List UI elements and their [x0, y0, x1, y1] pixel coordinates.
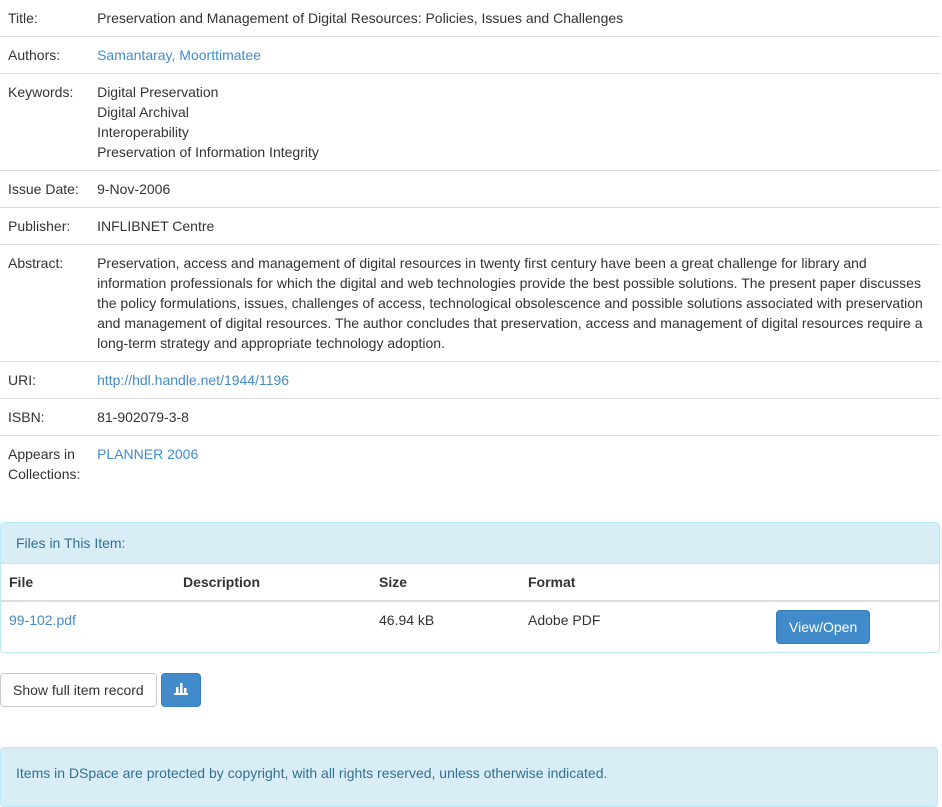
column-header-size: Size [371, 564, 520, 602]
metadata-row-publisher: Publisher: INFLIBNET Centre [0, 207, 940, 245]
file-size: 46.94 kB [379, 612, 435, 628]
column-header-file: File [1, 564, 175, 602]
file-format: Adobe PDF [528, 612, 601, 628]
keywords-label: Keywords: [0, 73, 90, 171]
isbn-value: 81-902079-3-8 [89, 398, 940, 436]
metadata-row-keywords: Keywords: Digital Preservation Digital A… [0, 73, 940, 171]
issue-date-label: Issue Date: [0, 170, 90, 208]
file-link[interactable]: 99-102.pdf [9, 612, 76, 628]
keyword: Digital Preservation [97, 84, 219, 100]
isbn-label: ISBN: [0, 398, 90, 436]
collection-link[interactable]: PLANNER 2006 [97, 446, 198, 462]
show-full-record-button[interactable]: Show full item record [0, 673, 157, 707]
files-panel: Files in This Item: File Description Siz… [0, 522, 940, 653]
author-link[interactable]: Samantaray, Moorttimatee [97, 47, 261, 63]
keyword: Interoperability [97, 124, 189, 140]
title-value: Preservation and Management of Digital R… [97, 10, 624, 26]
collections-label: Appears in Collections: [0, 435, 90, 492]
metadata-row-collections: Appears in Collections: PLANNER 2006 [0, 435, 940, 492]
metadata-row-title: Title: Preservation and Management of Di… [0, 0, 940, 37]
item-actions: Show full item record [0, 673, 942, 707]
metadata-row-abstract: Abstract: Preservation, access and manag… [0, 244, 940, 362]
column-header-description: Description [175, 564, 371, 602]
publisher-value: INFLIBNET Centre [89, 207, 940, 245]
issue-date-value: 9-Nov-2006 [89, 170, 940, 208]
authors-label: Authors: [0, 36, 90, 74]
uri-link[interactable]: http://hdl.handle.net/1944/1196 [97, 372, 289, 388]
item-metadata-table: Title: Preservation and Management of Di… [0, 0, 940, 492]
metadata-row-authors: Authors: Samantaray, Moorttimatee [0, 36, 940, 74]
files-table-header: File Description Size Format [1, 564, 939, 602]
statistics-button[interactable] [160, 673, 201, 707]
metadata-row-uri: URI: http://hdl.handle.net/1944/1196 [0, 361, 940, 399]
column-header-action [768, 564, 939, 602]
abstract-label: Abstract: [0, 244, 90, 362]
file-row: 99-102.pdf 46.94 kB Adobe PDF View/Open [1, 601, 939, 652]
column-header-format: Format [520, 564, 768, 602]
metadata-row-issue-date: Issue Date: 9-Nov-2006 [0, 170, 940, 208]
title-label: Title: [8, 10, 38, 26]
abstract-value: Preservation, access and management of d… [89, 244, 940, 362]
publisher-label: Publisher: [0, 207, 90, 245]
file-description [175, 601, 371, 652]
files-table: File Description Size Format 99-102.pdf … [1, 564, 939, 652]
metadata-row-isbn: ISBN: 81-902079-3-8 [0, 398, 940, 436]
uri-label: URI: [0, 361, 90, 399]
view-open-button[interactable]: View/Open [776, 610, 871, 644]
bar-chart-icon [173, 680, 188, 700]
copyright-notice: Items in DSpace are protected by copyrig… [0, 747, 938, 807]
files-panel-heading: Files in This Item: [1, 523, 939, 564]
keyword: Digital Archival [97, 104, 189, 120]
keyword: Preservation of Information Integrity [97, 144, 319, 160]
